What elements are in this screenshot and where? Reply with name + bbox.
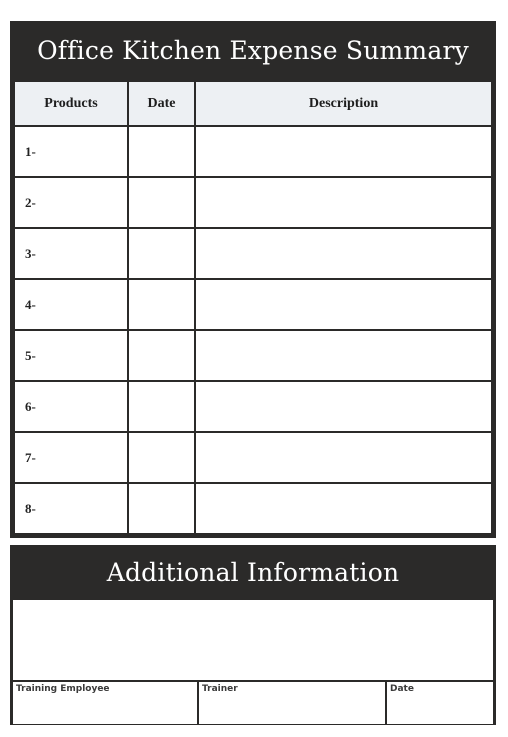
table-row: 8- <box>13 482 493 535</box>
table-row: 1- <box>13 125 493 178</box>
table-row: 7- <box>13 431 493 484</box>
expense-table: Products Date Description 1- 2- 3- 4- 5-… <box>13 80 493 535</box>
date-cell[interactable] <box>127 482 196 535</box>
training-employee-field[interactable]: Training Employee <box>13 682 197 724</box>
table-row: 6- <box>13 380 493 433</box>
date-field[interactable]: Date <box>387 682 493 724</box>
table-row: 3- <box>13 227 493 280</box>
date-cell[interactable] <box>127 176 196 229</box>
description-cell[interactable] <box>194 431 493 484</box>
date-cell[interactable] <box>127 125 196 178</box>
date-cell[interactable] <box>127 380 196 433</box>
product-cell[interactable]: 6- <box>13 380 129 433</box>
form-title: Office Kitchen Expense Summary <box>37 36 469 65</box>
expense-summary-form: Office Kitchen Expense Summary Products … <box>10 21 496 538</box>
header-description: Description <box>194 80 493 127</box>
additional-info-notes[interactable] <box>13 600 493 680</box>
table-row: 2- <box>13 176 493 229</box>
date-cell[interactable] <box>127 329 196 382</box>
product-cell[interactable]: 7- <box>13 431 129 484</box>
table-row: 4- <box>13 278 493 331</box>
description-cell[interactable] <box>194 125 493 178</box>
product-cell[interactable]: 5- <box>13 329 129 382</box>
header-products: Products <box>13 80 129 127</box>
product-cell[interactable]: 3- <box>13 227 129 280</box>
description-cell[interactable] <box>194 380 493 433</box>
table-row: 5- <box>13 329 493 382</box>
product-cell[interactable]: 8- <box>13 482 129 535</box>
signature-row: Training Employee Trainer Date <box>13 682 493 724</box>
date-cell[interactable] <box>127 278 196 331</box>
description-cell[interactable] <box>194 329 493 382</box>
header-date: Date <box>127 80 196 127</box>
product-cell[interactable]: 2- <box>13 176 129 229</box>
date-cell[interactable] <box>127 431 196 484</box>
product-cell[interactable]: 1- <box>13 125 129 178</box>
description-cell[interactable] <box>194 278 493 331</box>
product-cell[interactable]: 4- <box>13 278 129 331</box>
trainer-field[interactable]: Trainer <box>199 682 385 724</box>
description-cell[interactable] <box>194 227 493 280</box>
table-header-row: Products Date Description <box>13 80 493 127</box>
additional-information-section: Additional Information Training Employee… <box>10 545 496 725</box>
additional-info-title: Additional Information <box>106 558 400 587</box>
date-cell[interactable] <box>127 227 196 280</box>
description-cell[interactable] <box>194 176 493 229</box>
description-cell[interactable] <box>194 482 493 535</box>
